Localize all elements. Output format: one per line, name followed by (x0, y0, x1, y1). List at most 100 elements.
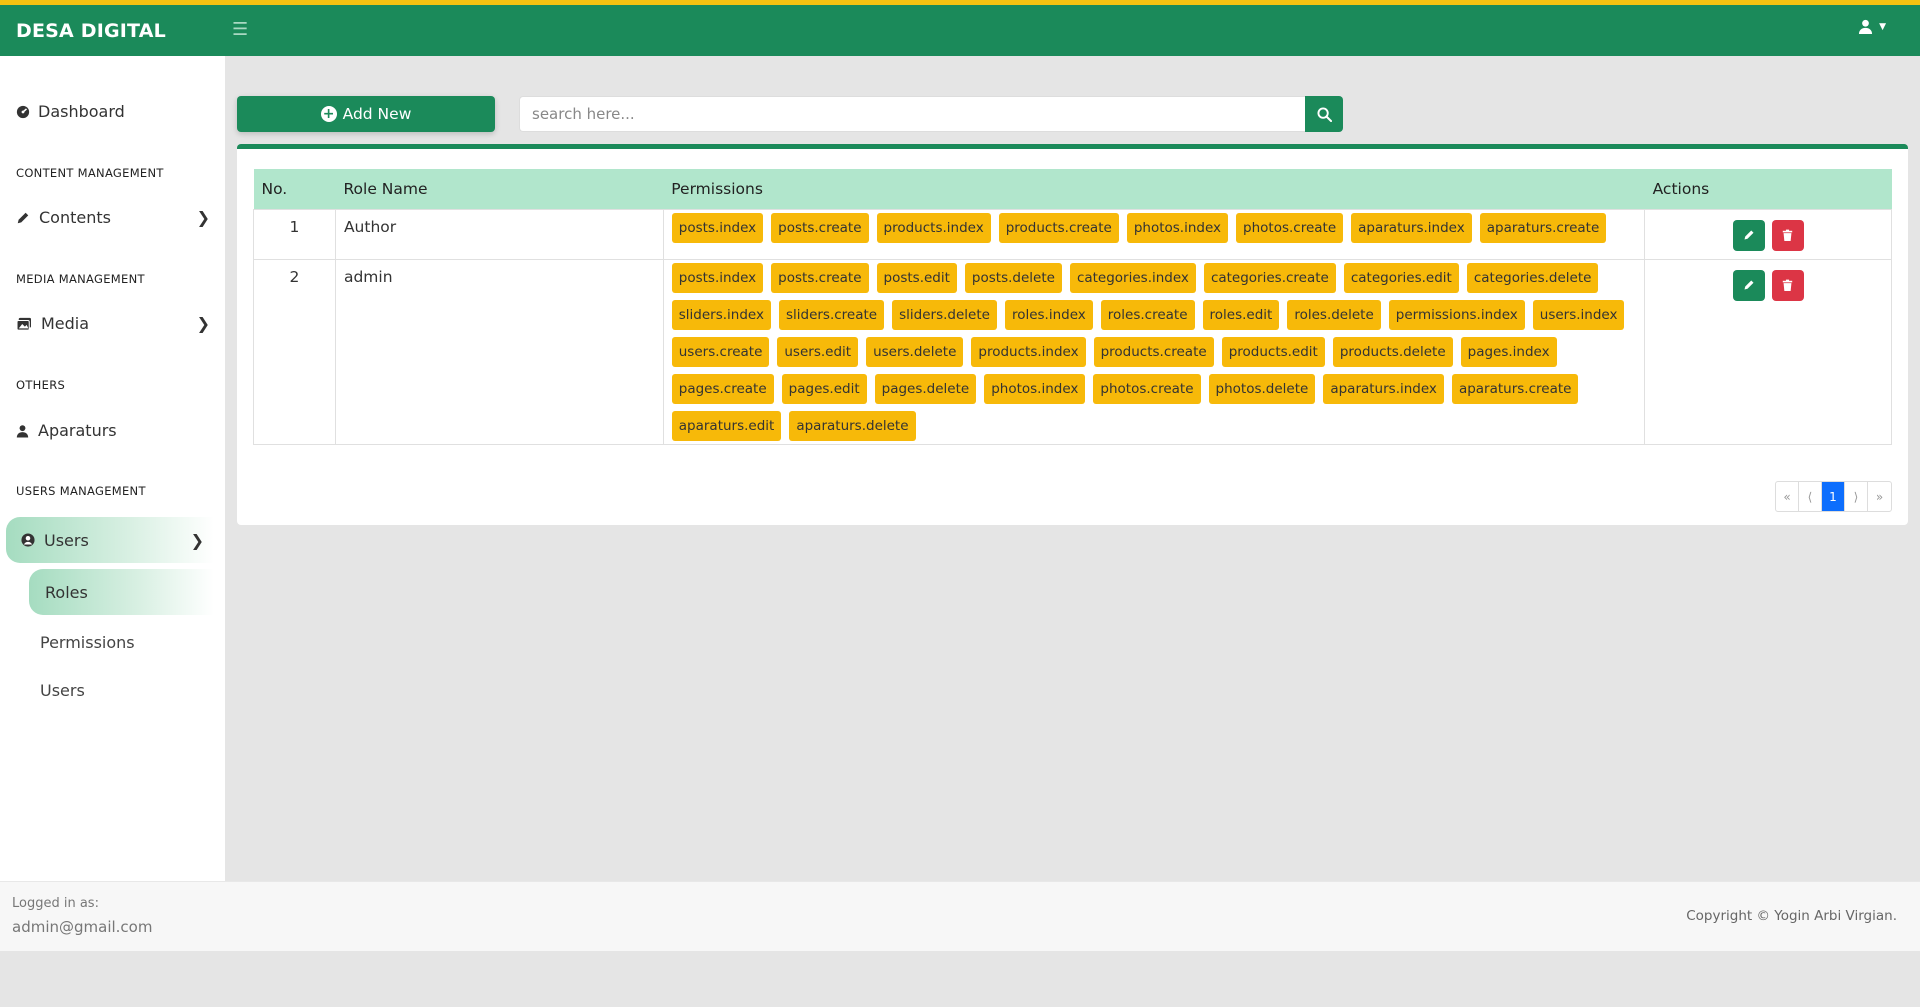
column-header-role-name: Role Name (335, 169, 664, 209)
section-heading-content: CONTENT MANAGEMENT (16, 166, 164, 180)
trash-icon (1782, 279, 1793, 291)
column-header-actions: Actions (1644, 169, 1892, 209)
permission-badge: users.index (1532, 299, 1625, 330)
section-heading-others: OTHERS (16, 378, 66, 392)
chevron-right-icon: ❯ (190, 530, 204, 550)
search-button[interactable] (1305, 96, 1343, 132)
pagination-first[interactable]: « (1776, 482, 1799, 511)
dashboard-icon (16, 105, 30, 118)
permission-badge: photos.index (984, 373, 1086, 404)
permission-badge: users.edit (777, 336, 859, 367)
permission-badge: photos.create (1093, 373, 1201, 404)
sidebar-item-label: Users (44, 530, 89, 550)
permission-badge: sliders.index (671, 299, 771, 330)
permission-badge: permissions.index (1388, 299, 1525, 330)
permission-badge: products.index (971, 336, 1086, 367)
role-name: Author (334, 208, 664, 260)
permission-badge: users.create (671, 336, 770, 367)
sidebar-item-label: Media (41, 314, 90, 333)
column-header-permissions: Permissions (663, 169, 1645, 209)
chevron-down-icon: ▼ (1879, 21, 1886, 32)
permission-badge: posts.edit (876, 262, 957, 293)
edit-button[interactable] (1732, 269, 1765, 301)
permission-badge: products.delete (1332, 336, 1453, 367)
hamburger-icon[interactable]: ☰ (232, 19, 248, 40)
sidebar-subitem-roles[interactable]: Roles (29, 569, 214, 615)
permission-badge: photos.delete (1208, 373, 1316, 404)
table-row: 1 Author posts.index posts.create products… (253, 208, 1892, 260)
pagination-last[interactable]: » (1868, 482, 1891, 511)
permission-badge: roles.edit (1202, 299, 1280, 330)
permission-badge: aparaturs.delete (789, 410, 916, 441)
add-new-button[interactable]: + Add New (237, 96, 495, 132)
add-new-label: Add New (342, 105, 412, 123)
sidebar-item-label: Dashboard (38, 102, 125, 121)
delete-button[interactable] (1771, 219, 1804, 251)
footer: Logged in as: admin@gmail.com Copyright … (0, 881, 1920, 951)
delete-button[interactable] (1771, 269, 1804, 301)
sidebar-item-dashboard[interactable]: Dashboard (16, 102, 125, 121)
permission-badge: posts.create (771, 212, 869, 243)
sidebar-subitem-permissions[interactable]: Permissions (40, 633, 135, 652)
row-number: 2 (253, 258, 336, 445)
permission-badge: categories.index (1069, 262, 1196, 293)
pencil-icon (1744, 280, 1754, 290)
sidebar-item-label: Aparaturs (38, 421, 117, 440)
user-icon (16, 424, 29, 437)
pencil-icon (1744, 230, 1754, 240)
pencil-icon (17, 212, 29, 223)
permission-badge: products.index (876, 212, 991, 243)
permission-badge: products.edit (1221, 336, 1325, 367)
sidebar-item-label: Roles (45, 582, 88, 602)
logged-in-label: Logged in as: (12, 896, 99, 911)
row-number: 1 (253, 208, 336, 260)
permission-badge: products.create (1093, 336, 1214, 367)
search-icon (1316, 106, 1332, 122)
permission-badge: aparaturs.create (1479, 212, 1607, 243)
permission-badge: pages.create (671, 373, 774, 404)
table-header-row: No. Role Name Permissions Actions (253, 169, 1892, 209)
permission-badge: photos.create (1236, 212, 1344, 243)
user-circle-icon (21, 533, 35, 547)
search-input[interactable] (519, 96, 1305, 132)
sidebar-item-aparaturs[interactable]: Aparaturs (16, 421, 210, 440)
sidebar-item-contents[interactable]: Contents ❯ (16, 208, 210, 227)
column-header-no: No. (253, 169, 336, 209)
permission-badge: users.delete (866, 336, 964, 367)
copyright-text: Copyright © Yogin Arbi Virgian. (1686, 908, 1897, 924)
sidebar-item-users[interactable]: Users ❯ (6, 517, 214, 563)
pagination: « ⟨ 1 ⟩ » (1775, 481, 1892, 512)
sidebar: Dashboard CONTENT MANAGEMENT Contents ❯ … (0, 56, 225, 881)
images-icon (16, 317, 31, 331)
permission-badge: products.create (998, 212, 1119, 243)
permission-badge: aparaturs.index (1351, 212, 1472, 243)
user-icon (1859, 19, 1873, 34)
pagination-page-1[interactable]: 1 (1822, 482, 1845, 511)
user-menu[interactable]: ▼ (1858, 19, 1886, 34)
row-actions (1653, 218, 1883, 251)
chevron-right-icon: ❯ (196, 208, 210, 227)
sidebar-item-media[interactable]: Media ❯ (16, 314, 210, 333)
permission-badge: sliders.delete (892, 299, 997, 330)
permission-badge: aparaturs.create (1451, 373, 1579, 404)
section-heading-users: USERS MANAGEMENT (16, 484, 146, 498)
permission-list: posts.index posts.create posts.edit posts.d… (664, 260, 1644, 444)
permission-badge: roles.index (1004, 299, 1093, 330)
permission-badge: posts.index (671, 262, 764, 293)
sidebar-item-label: Contents (39, 208, 111, 227)
sidebar-subitem-users[interactable]: Users (40, 681, 85, 700)
permission-badge: categories.edit (1343, 262, 1459, 293)
role-name: admin (334, 258, 664, 445)
brand-logo[interactable]: DESA DIGITAL (16, 20, 166, 42)
permission-list: posts.index posts.create products.index pro… (664, 210, 1644, 246)
plus-circle-icon: + (320, 106, 337, 122)
permission-badge: sliders.create (778, 299, 885, 330)
permission-badge: posts.create (771, 262, 869, 293)
permission-badge: pages.index (1460, 336, 1557, 367)
edit-button[interactable] (1732, 219, 1765, 251)
top-navbar: DESA DIGITAL ☰ ▼ (0, 0, 1920, 56)
trash-icon (1782, 229, 1793, 241)
permission-badge: posts.index (671, 212, 764, 243)
pagination-next[interactable]: ⟩ (1845, 482, 1868, 511)
pagination-prev[interactable]: ⟨ (1799, 482, 1822, 511)
